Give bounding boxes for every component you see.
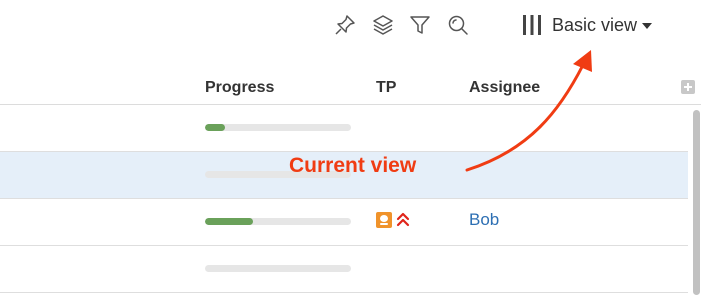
progress-bar: [205, 124, 351, 131]
progress-bar-fill: [205, 218, 254, 225]
scrollbar-thumb[interactable]: [693, 110, 700, 295]
table-row[interactable]: [0, 105, 688, 152]
pin-icon[interactable]: [333, 13, 357, 37]
columns-icon: [520, 13, 544, 37]
progress-bar-fill: [205, 124, 226, 131]
vertical-scrollbar[interactable]: [690, 108, 701, 295]
table-row[interactable]: [0, 246, 688, 293]
caret-down-icon: [642, 23, 653, 29]
current-view-annotation: Current view: [289, 154, 417, 177]
table-header: Progress TP Assignee: [0, 73, 701, 105]
progress-bar: [205, 218, 351, 225]
highest-priority-icon: [396, 210, 410, 230]
toolbar: Basic view: [0, 0, 701, 60]
filter-icon[interactable]: [408, 13, 432, 37]
view-switcher-button[interactable]: Basic view: [520, 10, 653, 40]
tp-user-icon: [376, 212, 392, 228]
add-column-icon[interactable]: [681, 80, 695, 94]
search-icon[interactable]: [446, 13, 470, 37]
layers-icon[interactable]: [371, 13, 395, 37]
progress-bar: [205, 265, 351, 272]
column-header-assignee[interactable]: Assignee: [469, 79, 540, 97]
table-row[interactable]: Bob: [0, 199, 688, 246]
column-header-tp[interactable]: TP: [376, 79, 396, 97]
column-header-progress[interactable]: Progress: [205, 79, 274, 97]
assignee-link[interactable]: Bob: [469, 210, 499, 230]
view-label: Basic view: [552, 14, 638, 35]
